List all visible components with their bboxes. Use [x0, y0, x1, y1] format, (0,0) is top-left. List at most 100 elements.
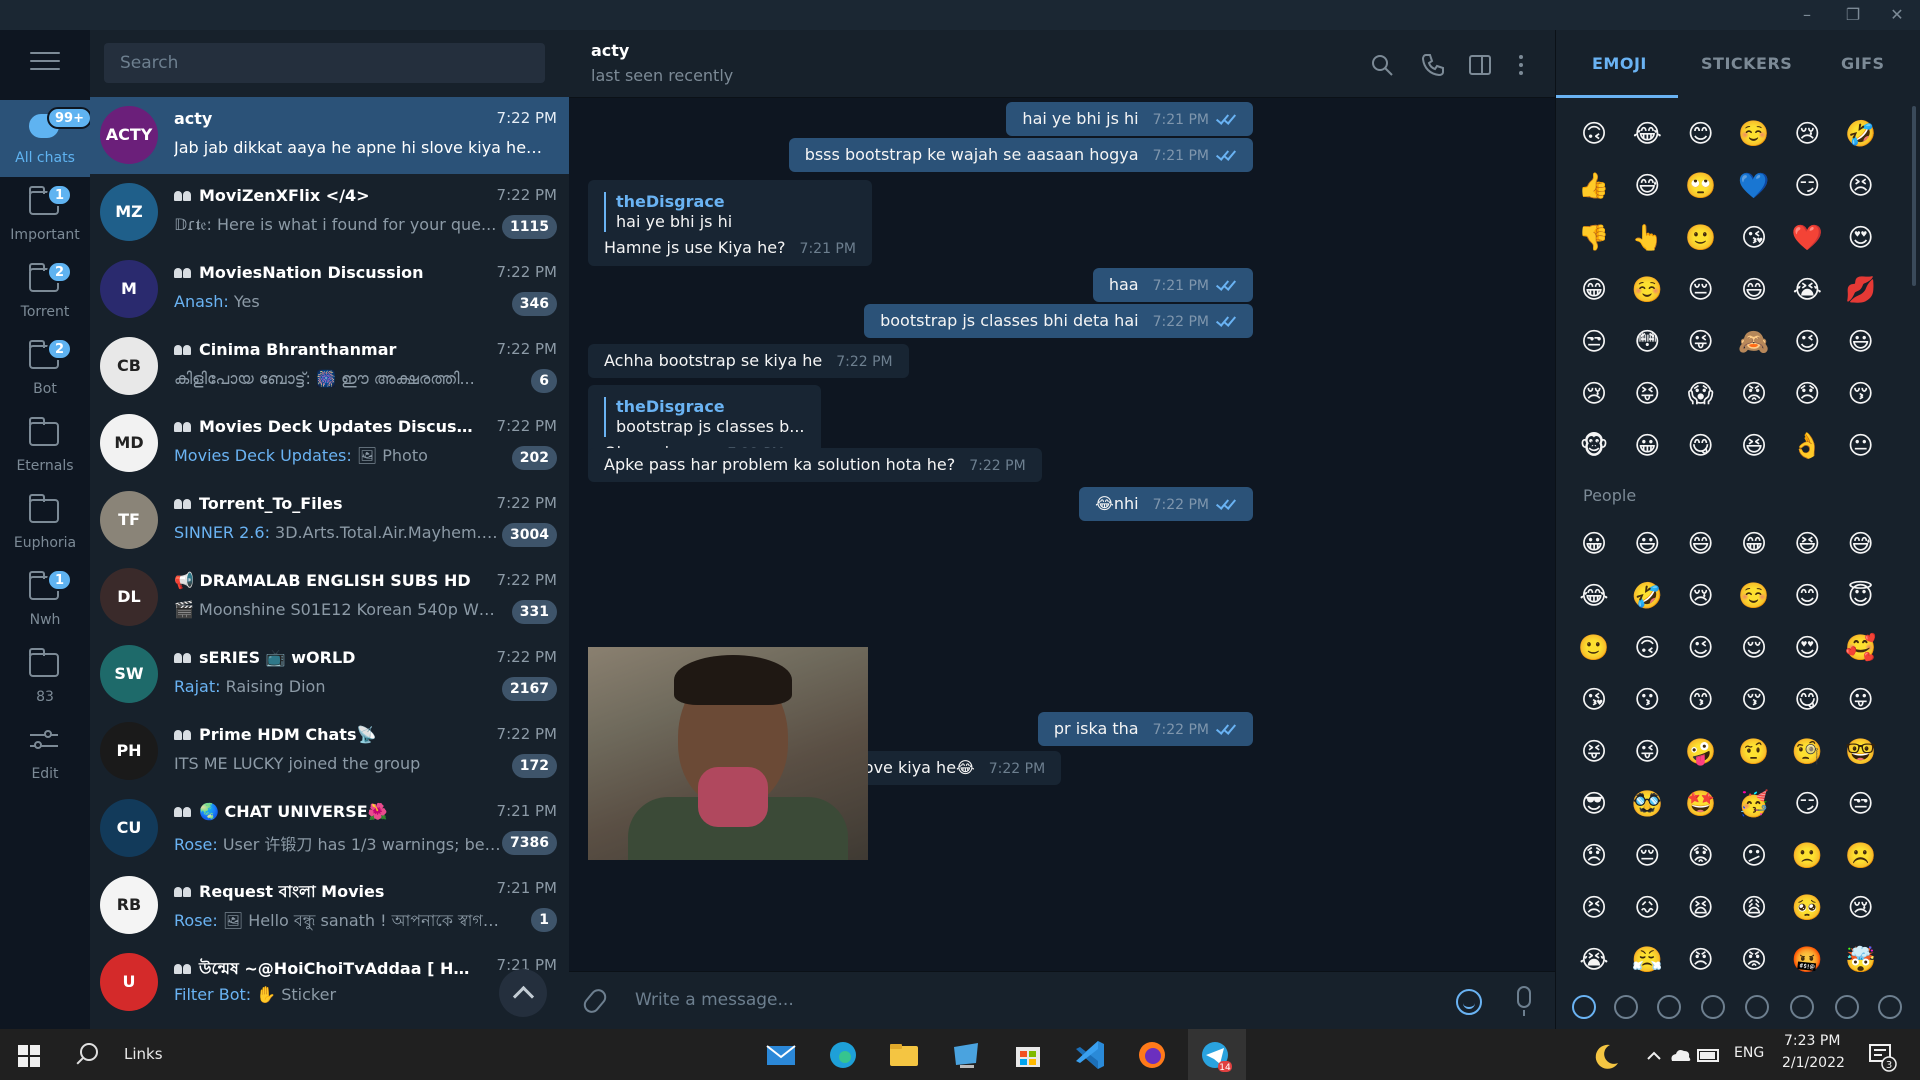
- emoji-item[interactable]: 👎: [1578, 222, 1610, 254]
- emoji-item[interactable]: 🤬: [1791, 944, 1823, 976]
- taskbar-search-icon[interactable]: [80, 1043, 98, 1061]
- clock-date[interactable]: 2/1/2022: [1782, 1055, 1845, 1071]
- emoji-item[interactable]: 😋: [1685, 430, 1717, 462]
- emoji-item[interactable]: 😎: [1578, 788, 1610, 820]
- emoji-item[interactable]: 😆: [1791, 528, 1823, 560]
- chat-list-item[interactable]: MD Movies Deck Updates Discussion 7:22 PM M…: [90, 405, 569, 482]
- emoji-item[interactable]: 😊: [1685, 118, 1717, 150]
- emoji-item[interactable]: ☺️: [1631, 274, 1663, 306]
- emoji-item[interactable]: 😃: [1631, 528, 1663, 560]
- emoji-item[interactable]: 💙: [1738, 170, 1770, 202]
- emoji-item[interactable]: 🧐: [1791, 736, 1823, 768]
- emoji-item[interactable]: 😩: [1738, 892, 1770, 924]
- emoji-item[interactable]: 😍: [1845, 222, 1877, 254]
- emoji-item[interactable]: 😂: [1578, 580, 1610, 612]
- emoji-item[interactable]: 🤣: [1631, 580, 1663, 612]
- incoming-message[interactable]: theDisgrace hai ye bhi js hi Hamne js use …: [588, 180, 872, 266]
- food-category-icon[interactable]: [1701, 995, 1725, 1019]
- emoji-item[interactable]: 😉: [1791, 326, 1823, 358]
- emoji-item[interactable]: 😊: [1791, 580, 1823, 612]
- sidebar-toggle-icon[interactable]: [1467, 52, 1493, 78]
- emoji-item[interactable]: 😘: [1738, 222, 1770, 254]
- emoji-item[interactable]: 😞: [1578, 840, 1610, 872]
- input-language[interactable]: ENG: [1734, 1045, 1764, 1061]
- animals-category-icon[interactable]: [1657, 995, 1681, 1019]
- emoji-item[interactable]: 🤩: [1685, 788, 1717, 820]
- emoji-item[interactable]: 😝: [1631, 378, 1663, 410]
- emoji-item[interactable]: 😡: [1738, 944, 1770, 976]
- photo-message[interactable]: [588, 647, 868, 860]
- travel-category-icon[interactable]: [1790, 995, 1814, 1019]
- reply-quote[interactable]: theDisgrace hai ye bhi js hi: [604, 192, 856, 232]
- folder-edit[interactable]: Edit: [0, 716, 90, 793]
- folder-83[interactable]: 83: [0, 639, 90, 716]
- sports-category-icon[interactable]: [1745, 995, 1769, 1019]
- emoji-item[interactable]: 😠: [1685, 944, 1717, 976]
- emoji-item[interactable]: 🙃: [1578, 118, 1610, 150]
- emoji-item[interactable]: 😍: [1791, 632, 1823, 664]
- emoji-item[interactable]: 😫: [1685, 892, 1717, 924]
- attach-icon[interactable]: [580, 985, 610, 1017]
- emoji-item[interactable]: 🙈: [1738, 326, 1770, 358]
- remote-desktop-icon[interactable]: [946, 1035, 986, 1075]
- emoji-item[interactable]: 😱: [1685, 378, 1717, 410]
- edge-browser-icon[interactable]: [823, 1035, 863, 1075]
- emoji-item[interactable]: 😉: [1685, 632, 1717, 664]
- emoji-scrollbar[interactable]: [1912, 106, 1916, 286]
- emoji-item[interactable]: 😢: [1791, 118, 1823, 150]
- tab-stickers[interactable]: STICKERS: [1701, 54, 1792, 73]
- emoji-item[interactable]: 😞: [1791, 378, 1823, 410]
- clock-time[interactable]: 7:23 PM: [1784, 1033, 1840, 1049]
- emoji-item[interactable]: 🥸: [1631, 788, 1663, 820]
- emoji-item[interactable]: 😣: [1845, 170, 1877, 202]
- emoji-item[interactable]: 😅: [1845, 528, 1877, 560]
- emoji-item[interactable]: 😁: [1578, 274, 1610, 306]
- outgoing-message[interactable]: 😂nhi 7:22 PM: [1079, 487, 1253, 521]
- emoji-item[interactable]: 👍: [1578, 170, 1610, 202]
- battery-icon[interactable]: [1688, 1035, 1728, 1075]
- microsoft-store-icon[interactable]: [1008, 1035, 1048, 1075]
- emoji-item[interactable]: 😋: [1791, 684, 1823, 716]
- emoji-item[interactable]: 🙄: [1685, 170, 1717, 202]
- emoji-item[interactable]: 😄: [1738, 274, 1770, 306]
- emoji-item[interactable]: 😢: [1578, 378, 1610, 410]
- scroll-to-top-button[interactable]: [499, 969, 547, 1017]
- telegram-app-icon[interactable]: 14: [1195, 1035, 1235, 1075]
- main-menu-icon[interactable]: [30, 52, 60, 76]
- emoji-item[interactable]: 😤: [1631, 944, 1663, 976]
- search-icon[interactable]: [1369, 52, 1395, 78]
- emoji-item[interactable]: 😚: [1845, 378, 1877, 410]
- emoji-item[interactable]: 😛: [1845, 684, 1877, 716]
- folder-euphoria[interactable]: Euphoria: [0, 485, 90, 562]
- emoji-item[interactable]: 😡: [1738, 378, 1770, 410]
- minimize-button[interactable]: –: [1784, 0, 1830, 30]
- emoji-item[interactable]: 😏: [1791, 170, 1823, 202]
- emoji-item[interactable]: 🙂: [1685, 222, 1717, 254]
- emoji-item[interactable]: 🤣: [1845, 118, 1877, 150]
- emoji-item[interactable]: 🤨: [1738, 736, 1770, 768]
- emoji-item[interactable]: 😟: [1685, 840, 1717, 872]
- emoji-item[interactable]: 🐵: [1578, 430, 1610, 462]
- taskbar-search-label[interactable]: Links: [124, 1045, 163, 1063]
- emoji-item[interactable]: 😳: [1631, 326, 1663, 358]
- chat-list-item[interactable]: TF Torrent_To_Files 7:22 PM SINNER 2.6: 3D.…: [90, 482, 569, 559]
- emoji-item[interactable]: 😆: [1738, 430, 1770, 462]
- emoji-item[interactable]: 😐: [1845, 430, 1877, 462]
- maximize-button[interactable]: ❐: [1830, 0, 1876, 30]
- emoji-item[interactable]: 😝: [1578, 736, 1610, 768]
- emoji-item[interactable]: ❤️: [1791, 222, 1823, 254]
- chat-list-item[interactable]: Uউন্মেষ ~@HoiChoiTvAddaa [ HOICH...7:21 …: [90, 944, 569, 1021]
- chat-list-item[interactable]: PH Prime HDM Chats📡 7:22 PM ITS ME LUCKY jo…: [90, 713, 569, 790]
- emoji-item[interactable]: 🥰: [1845, 632, 1877, 664]
- emoji-item[interactable]: 😃: [1845, 326, 1877, 358]
- emoji-item[interactable]: 😀: [1631, 430, 1663, 462]
- objects-category-icon[interactable]: [1835, 995, 1859, 1019]
- emoji-item[interactable]: 😭: [1578, 944, 1610, 976]
- emoji-item[interactable]: 🤪: [1685, 736, 1717, 768]
- tab-gifs[interactable]: GIFS: [1841, 54, 1885, 73]
- emoji-item[interactable]: ☺️: [1738, 118, 1770, 150]
- folder-bot[interactable]: 2 Bot: [0, 331, 90, 408]
- emoji-item[interactable]: 💋: [1845, 274, 1877, 306]
- emoji-item[interactable]: 😖: [1631, 892, 1663, 924]
- emoji-item[interactable]: 😏: [1791, 788, 1823, 820]
